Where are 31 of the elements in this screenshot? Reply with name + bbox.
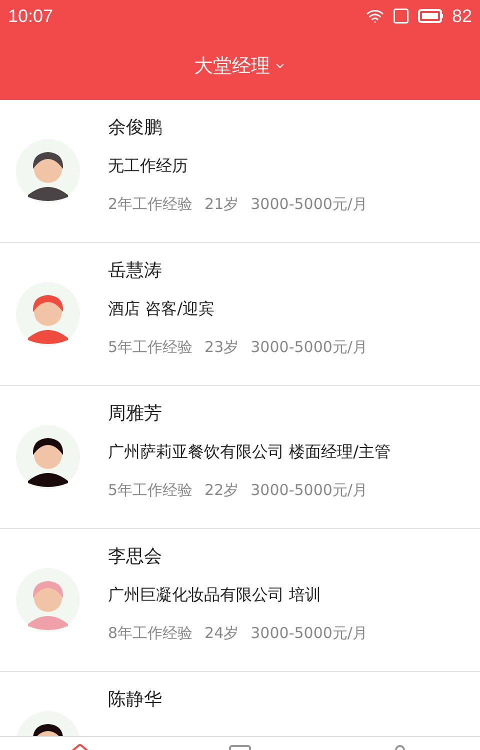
wifi-icon <box>366 7 384 25</box>
age: 22岁 <box>204 480 239 501</box>
candidate-card[interactable]: 周雅芳 广州萨莉亚餐饮有限公司 楼面经理/主管 5年工作经验 22岁 3000-5000元/月 <box>0 386 480 529</box>
age: 24岁 <box>204 623 239 644</box>
work-experience: 广州巨凝化妆品有限公司 培训 <box>108 584 322 606</box>
candidate-name: 陈静华 <box>108 688 162 712</box>
candidate-name: 岳慧涛 <box>108 259 163 283</box>
experience-years: 8年工作经验 <box>108 623 193 644</box>
age: 21岁 <box>204 194 239 215</box>
title-dropdown[interactable]: 大堂经理 <box>194 52 286 80</box>
experience-years: 5年工作经验 <box>108 337 193 358</box>
candidate-name: 余俊鹏 <box>108 116 163 140</box>
salary: 3000-5000元/月 <box>250 480 368 501</box>
candidate-card[interactable]: 余俊鹏 无工作经历 2年工作经验 21岁 3000-5000元/月 <box>0 100 480 243</box>
age: 23岁 <box>204 337 239 358</box>
salary: 3000-5000元/月 <box>250 623 368 644</box>
work-experience: 广州萨莉亚餐饮有限公司 楼面经理/主管 <box>108 441 390 463</box>
salary: 3000-5000元/月 <box>250 337 368 358</box>
candidate-name: 周雅芳 <box>108 402 163 426</box>
status-time: 10:07 <box>8 4 54 28</box>
battery-level: 82 <box>452 4 472 28</box>
candidate-card[interactable]: 李思会 广州巨凝化妆品有限公司 培训 8年工作经验 24岁 3000-5000元/月 <box>0 529 480 672</box>
candidate-name: 李思会 <box>108 545 163 569</box>
salary: 3000-5000元/月 <box>250 194 368 215</box>
work-experience: 酒店 咨客/迎宾 <box>108 298 216 320</box>
battery-icon <box>418 8 444 24</box>
experience-years: 5年工作经验 <box>108 480 193 501</box>
candidate-card[interactable]: 岳慧涛 酒店 咨客/迎宾 5年工作经验 23岁 3000-5000元/月 <box>0 243 480 386</box>
sim-icon <box>392 7 410 25</box>
experience-years: 2年工作经验 <box>108 194 193 215</box>
work-experience: 无工作经历 <box>108 155 189 177</box>
